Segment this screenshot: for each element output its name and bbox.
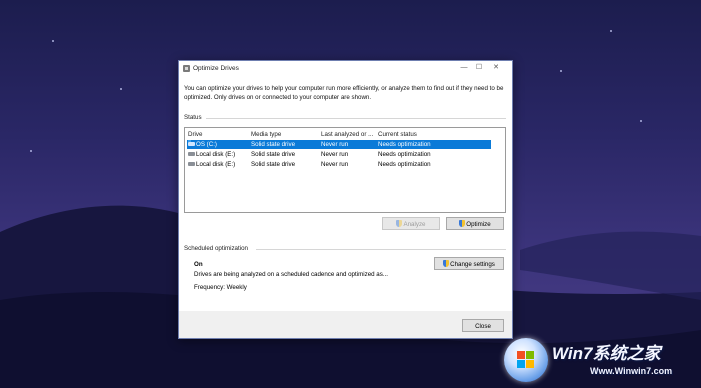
drive-last-analyzed: Never run: [321, 161, 349, 168]
optimize-button[interactable]: Optimize: [446, 217, 504, 230]
drive-media-type: Solid state drive: [251, 141, 296, 148]
watermark: Win7系统之家 Www.Winwin7.com: [500, 335, 701, 388]
optimize-drives-window: Optimize Drives — ☐ ✕ You can optimize y…: [178, 60, 513, 339]
schedule-frequency: Frequency: Weekly: [194, 284, 247, 291]
watermark-url: Www.Winwin7.com: [590, 366, 673, 376]
analyze-button[interactable]: Analyze: [382, 217, 440, 230]
status-section-label: Status: [184, 114, 202, 121]
flag-blue: [517, 360, 525, 368]
change-settings-label: Change settings: [450, 261, 495, 268]
title-bar[interactable]: Optimize Drives — ☐ ✕: [179, 61, 512, 76]
drive-row[interactable]: Local disk (E:) Solid state drive Never …: [187, 160, 491, 169]
drive-media-type: Solid state drive: [251, 151, 296, 158]
scheduled-divider: [256, 249, 506, 250]
drive-media-type: Solid state drive: [251, 161, 296, 168]
change-settings-button[interactable]: Change settings: [434, 257, 504, 270]
column-header-media-type[interactable]: Media type: [251, 131, 281, 138]
intro-text: You can optimize your drives to help you…: [184, 85, 504, 101]
drive-status: Needs optimization: [378, 141, 431, 148]
minimize-button[interactable]: —: [456, 63, 472, 73]
drive-row[interactable]: OS (C:) Solid state drive Never run Need…: [187, 140, 491, 149]
drive-list[interactable]: Drive Media type Last analyzed or ... Cu…: [184, 127, 506, 213]
maximize-button[interactable]: ☐: [471, 63, 487, 73]
flag-red: [517, 351, 525, 359]
drive-last-analyzed: Never run: [321, 151, 349, 158]
scheduled-section-label: Scheduled optimization: [184, 245, 248, 252]
dialog-footer: Close: [179, 311, 512, 338]
schedule-state: On: [194, 261, 203, 268]
shield-icon: [443, 260, 450, 267]
column-header-current-status[interactable]: Current status: [378, 131, 417, 138]
drive-name: Local disk (E:): [196, 161, 236, 168]
drive-last-analyzed: Never run: [321, 141, 349, 148]
drive-status: Needs optimization: [378, 161, 431, 168]
window-title: Optimize Drives: [193, 65, 239, 72]
analyze-button-label: Analyze: [403, 221, 426, 228]
schedule-description: Drives are being analyzed on a scheduled…: [194, 271, 388, 278]
column-header-last-analyzed[interactable]: Last analyzed or ...: [321, 131, 373, 138]
drive-icon: [188, 140, 195, 146]
drive-row[interactable]: Local disk (E:) Solid state drive Never …: [187, 150, 491, 159]
status-divider: [206, 118, 506, 119]
drive-icon: [188, 162, 195, 166]
watermark-title: Win7系统之家: [552, 344, 661, 363]
drive-name: OS (C:): [196, 141, 217, 148]
optimize-button-label: Optimize: [466, 221, 491, 228]
flag-green: [526, 351, 534, 359]
defrag-app-icon: [183, 65, 190, 72]
shield-icon: [396, 220, 403, 227]
close-button[interactable]: Close: [462, 319, 504, 332]
drive-status: Needs optimization: [378, 151, 431, 158]
windows-logo-icon: [504, 338, 548, 382]
flag-yellow: [526, 360, 534, 368]
column-header-drive[interactable]: Drive: [188, 131, 202, 138]
drive-name: Local disk (E:): [196, 151, 236, 158]
close-window-button[interactable]: ✕: [488, 63, 504, 73]
shield-icon: [459, 220, 466, 227]
drive-icon: [188, 152, 195, 156]
